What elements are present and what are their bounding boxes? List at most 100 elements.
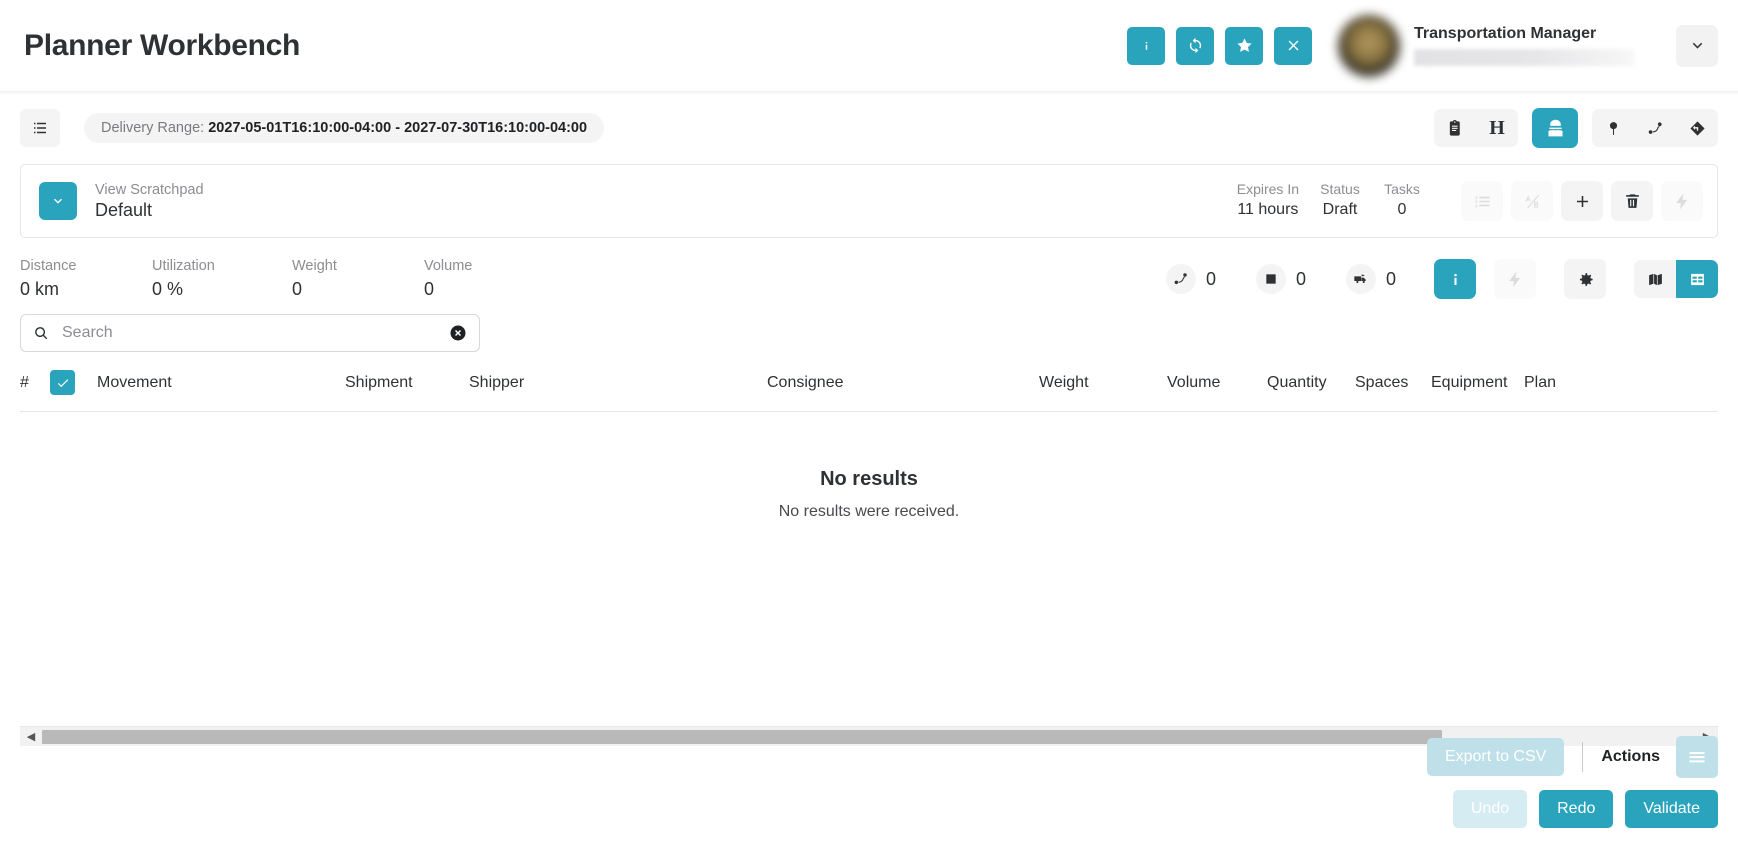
clipboard-button[interactable] — [1434, 109, 1476, 147]
search-area — [0, 300, 1738, 352]
stops-count: 0 — [1255, 264, 1306, 294]
col-spaces[interactable]: Spaces — [1355, 374, 1431, 392]
square-icon-badge — [1255, 264, 1286, 294]
user-meta: Transportation Manager — [1414, 25, 1634, 66]
scratchpad-expand-button[interactable] — [39, 182, 77, 220]
stat-label: Expires In — [1236, 181, 1299, 197]
map-view-toggle[interactable] — [1634, 260, 1676, 298]
route-icon — [1648, 121, 1662, 134]
bolt-icon — [1675, 193, 1687, 209]
close-button[interactable] — [1274, 26, 1312, 65]
kpi-label: Volume — [424, 258, 473, 274]
bottom-action-bar: Export to CSV Actions — [0, 726, 1738, 788]
kpi-utilization: Utilization 0 % — [152, 258, 292, 300]
add-button[interactable] — [1561, 181, 1603, 221]
compare-ab-button — [1511, 181, 1553, 221]
count-value: 0 — [1385, 268, 1396, 289]
table-header-row: # Movement Shipment Shipper Consignee We… — [20, 370, 1718, 412]
route-icon — [1174, 273, 1187, 285]
redo-button[interactable]: Redo — [1539, 790, 1614, 828]
stat-value: 11 hours — [1237, 201, 1299, 218]
kpi-row: Distance 0 km Utilization 0 % Weight 0 V… — [0, 238, 1738, 300]
scratchpad-card: View Scratchpad Default Expires In 11 ho… — [20, 164, 1718, 238]
empty-state-title: No results — [820, 468, 918, 490]
actions-menu-button[interactable] — [1676, 736, 1718, 778]
col-equipment[interactable]: Equipment — [1431, 374, 1524, 392]
user-role: Transportation Manager — [1414, 25, 1597, 42]
planner-persona-button[interactable] — [1532, 108, 1578, 148]
info-toggle[interactable] — [1434, 259, 1476, 299]
search-clear-button[interactable] — [449, 324, 467, 342]
kpi-value: 0 km — [20, 279, 60, 299]
kpi-value: 0 % — [152, 279, 184, 299]
info-icon — [1145, 41, 1147, 50]
favorite-button[interactable] — [1225, 26, 1263, 65]
gear-icon — [1579, 272, 1593, 286]
check-icon — [57, 378, 68, 387]
refresh-button[interactable] — [1176, 26, 1214, 65]
page-title: Planner Workbench — [24, 28, 301, 62]
col-weight[interactable]: Weight — [1039, 374, 1167, 392]
delivery-range-pill[interactable]: Delivery Range: 2027-05-01T16:10:00-04:0… — [84, 113, 605, 143]
kpi-volume: Volume 0 — [424, 258, 472, 300]
kpi-label: Distance — [20, 258, 77, 274]
info-button[interactable] — [1127, 26, 1165, 65]
kpi-label: Weight — [292, 258, 337, 274]
route-icon-badge — [1165, 264, 1196, 294]
kpi-value: 0 — [292, 279, 303, 299]
col-plan[interactable]: Plan — [1524, 374, 1556, 392]
star-icon — [1236, 38, 1252, 52]
bolt-toggle — [1494, 259, 1536, 299]
route-button[interactable] — [1634, 109, 1676, 147]
diamond-turn-icon — [1689, 120, 1705, 136]
routes-count: 0 — [1165, 264, 1216, 294]
hamburger-menu-icon — [1689, 752, 1705, 763]
user-menu-toggle[interactable] — [1676, 24, 1718, 67]
col-shipper[interactable]: Shipper — [469, 374, 767, 392]
plus-icon — [1576, 195, 1588, 207]
user-profile[interactable]: Transportation Manager — [1338, 14, 1634, 77]
col-shipment[interactable]: Shipment — [345, 374, 469, 392]
map-tools-group — [1592, 109, 1718, 147]
bolt-button — [1661, 181, 1703, 221]
settings-button[interactable] — [1564, 259, 1606, 299]
trucks-count: 0 — [1345, 264, 1396, 294]
scratchpad-value: Default — [95, 199, 153, 220]
actions-label: Actions — [1601, 748, 1660, 765]
planner-workbench-page: Planner Workbench Transportation Manager — [0, 0, 1738, 858]
col-consignee[interactable]: Consignee — [767, 374, 1039, 392]
select-all-checkbox[interactable] — [50, 370, 75, 395]
search-input[interactable] — [62, 324, 449, 342]
list-menu-button[interactable] — [20, 109, 60, 147]
scratchpad-label: View Scratchpad — [95, 181, 204, 198]
col-movement[interactable]: Movement — [97, 374, 345, 392]
app-header: Planner Workbench Transportation Manager — [0, 0, 1738, 95]
status-badge: Draft — [1322, 201, 1358, 218]
col-volume[interactable]: Volume — [1167, 374, 1267, 392]
avatar — [1338, 14, 1400, 77]
map-pin-button[interactable] — [1592, 109, 1634, 147]
scratchpad-actions — [1461, 181, 1703, 221]
clear-circle-icon — [450, 325, 466, 341]
search-box[interactable] — [20, 314, 480, 352]
stat-tasks: Tasks 0 — [1371, 181, 1433, 219]
ordered-list-button — [1461, 181, 1503, 221]
grid-view-toggle[interactable] — [1676, 260, 1718, 298]
col-quantity[interactable]: Quantity — [1267, 374, 1355, 392]
directions-button[interactable] — [1676, 109, 1718, 147]
kpi-label: Utilization — [152, 258, 215, 274]
letter-h-icon: H — [1489, 116, 1505, 139]
ordered-list-icon — [1474, 195, 1490, 207]
clipboard-icon — [1449, 119, 1460, 136]
user-name-redacted — [1414, 49, 1634, 66]
search-icon — [35, 326, 48, 339]
history-button[interactable]: H — [1476, 109, 1518, 147]
delete-button[interactable] — [1611, 181, 1653, 221]
delivery-range-label: Delivery Range: — [101, 120, 205, 136]
col-index: # — [20, 373, 29, 391]
stat-status: Status Draft — [1309, 181, 1371, 219]
scratchpad-meta-group: Expires In 11 hours Status Draft Tasks 0 — [1227, 181, 1703, 221]
validate-button[interactable]: Validate — [1625, 790, 1718, 828]
export-csv-button: Export to CSV — [1426, 738, 1565, 776]
chevron-down-icon — [54, 198, 62, 204]
